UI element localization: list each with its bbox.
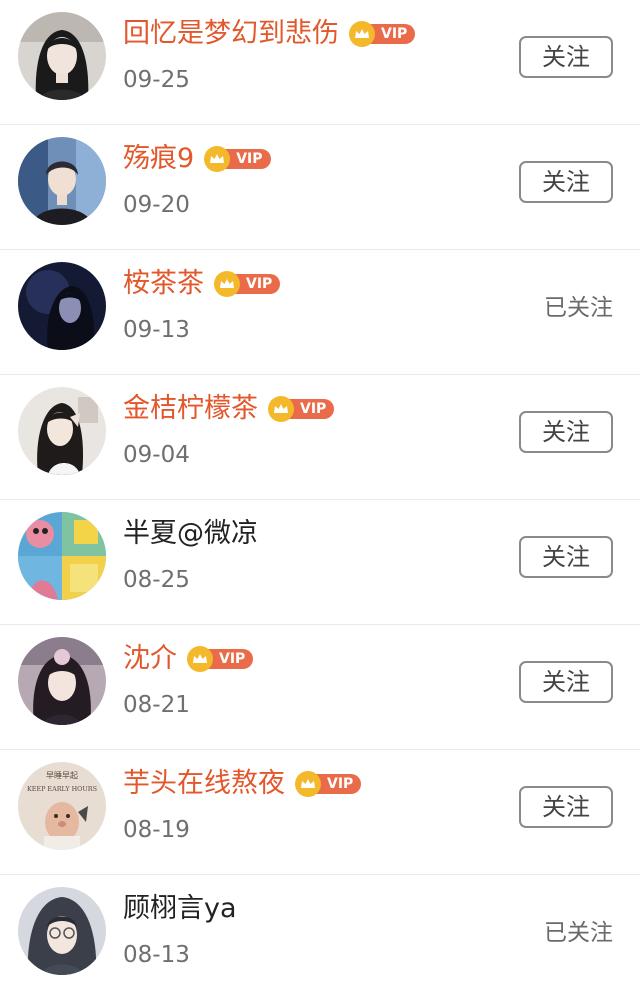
username[interactable]: 顾栩言ya: [123, 889, 237, 929]
name-line: 顾栩言ya: [123, 889, 237, 929]
crown-icon: [268, 396, 294, 422]
follow-list: 回忆是梦幻到悲伤 VIP 09-25 关注 殇痕9 VIP 09-20 关注 桉…: [0, 0, 640, 988]
avatar[interactable]: [18, 887, 106, 975]
follow-date: 08-13: [123, 942, 190, 968]
vip-badge: VIP: [187, 646, 254, 672]
follow-date: 08-21: [123, 692, 190, 718]
username[interactable]: 沈介: [123, 639, 177, 679]
crown-icon: [214, 271, 240, 297]
avatar[interactable]: [18, 387, 106, 475]
name-line: 殇痕9 VIP: [123, 139, 271, 179]
followed-label[interactable]: 已关注: [544, 915, 613, 951]
follow-button[interactable]: 关注: [519, 661, 613, 703]
avatar[interactable]: [18, 637, 106, 725]
list-item[interactable]: 顾栩言ya 08-13 已关注: [0, 875, 640, 988]
follow-date: 09-04: [123, 442, 190, 468]
avatar[interactable]: [18, 12, 106, 100]
crown-icon: [187, 646, 213, 672]
username[interactable]: 金桔柠檬茶: [123, 389, 258, 429]
follow-button[interactable]: 关注: [519, 536, 613, 578]
list-item[interactable]: 沈介 VIP 08-21 关注: [0, 625, 640, 750]
avatar-image: [18, 137, 106, 225]
avatar-image: [18, 637, 106, 725]
name-line: 沈介 VIP: [123, 639, 254, 679]
vip-badge: VIP: [349, 21, 416, 47]
avatar[interactable]: [18, 512, 106, 600]
follow-date: 09-25: [123, 67, 190, 93]
vip-badge: VIP: [295, 771, 362, 797]
follow-button[interactable]: 关注: [519, 161, 613, 203]
followed-label[interactable]: 已关注: [544, 290, 613, 326]
name-line: 金桔柠檬茶 VIP: [123, 389, 335, 429]
vip-badge: VIP: [204, 146, 271, 172]
crown-icon: [349, 21, 375, 47]
avatar-image: [18, 387, 106, 475]
crown-icon: [204, 146, 231, 172]
username[interactable]: 回忆是梦幻到悲伤: [123, 14, 339, 54]
list-item[interactable]: 早睡早起 KEEP EARLY HOURS 芋头在线熬夜 VIP 08-19 关…: [0, 750, 640, 875]
list-item[interactable]: 殇痕9 VIP 09-20 关注: [0, 125, 640, 250]
avatar[interactable]: [18, 262, 106, 350]
follow-button[interactable]: 关注: [519, 411, 613, 453]
avatar-image: [18, 12, 106, 100]
follow-date: 09-13: [123, 317, 190, 343]
follow-button[interactable]: 关注: [519, 786, 613, 828]
list-item[interactable]: 金桔柠檬茶 VIP 09-04 关注: [0, 375, 640, 500]
crown-icon: [295, 771, 321, 797]
follow-date: 08-25: [123, 567, 190, 593]
avatar-image: [18, 512, 106, 600]
avatar-sign-top: 早睡早起: [46, 771, 78, 780]
vip-badge: VIP: [214, 271, 281, 297]
avatar-image: 早睡早起 KEEP EARLY HOURS: [18, 762, 106, 850]
name-line: 半夏@微凉: [123, 514, 258, 554]
username[interactable]: 芋头在线熬夜: [123, 764, 285, 804]
follow-button[interactable]: 关注: [519, 36, 613, 78]
vip-badge: VIP: [268, 396, 335, 422]
avatar[interactable]: [18, 137, 106, 225]
name-line: 桉茶茶 VIP: [123, 264, 281, 304]
list-item[interactable]: 半夏@微凉 08-25 关注: [0, 500, 640, 625]
username[interactable]: 半夏@微凉: [123, 514, 258, 554]
follow-date: 09-20: [123, 192, 190, 218]
list-item[interactable]: 桉茶茶 VIP 09-13 已关注: [0, 250, 640, 375]
avatar-image: [18, 262, 106, 350]
list-item[interactable]: 回忆是梦幻到悲伤 VIP 09-25 关注: [0, 0, 640, 125]
username[interactable]: 桉茶茶: [123, 264, 204, 304]
username[interactable]: 殇痕9: [123, 139, 194, 179]
name-line: 芋头在线熬夜 VIP: [123, 764, 362, 804]
avatar-sign-bottom: KEEP EARLY HOURS: [27, 785, 97, 793]
avatar[interactable]: 早睡早起 KEEP EARLY HOURS: [18, 762, 106, 850]
name-line: 回忆是梦幻到悲伤 VIP: [123, 14, 416, 54]
avatar-image: [18, 887, 106, 975]
follow-date: 08-19: [123, 817, 190, 843]
